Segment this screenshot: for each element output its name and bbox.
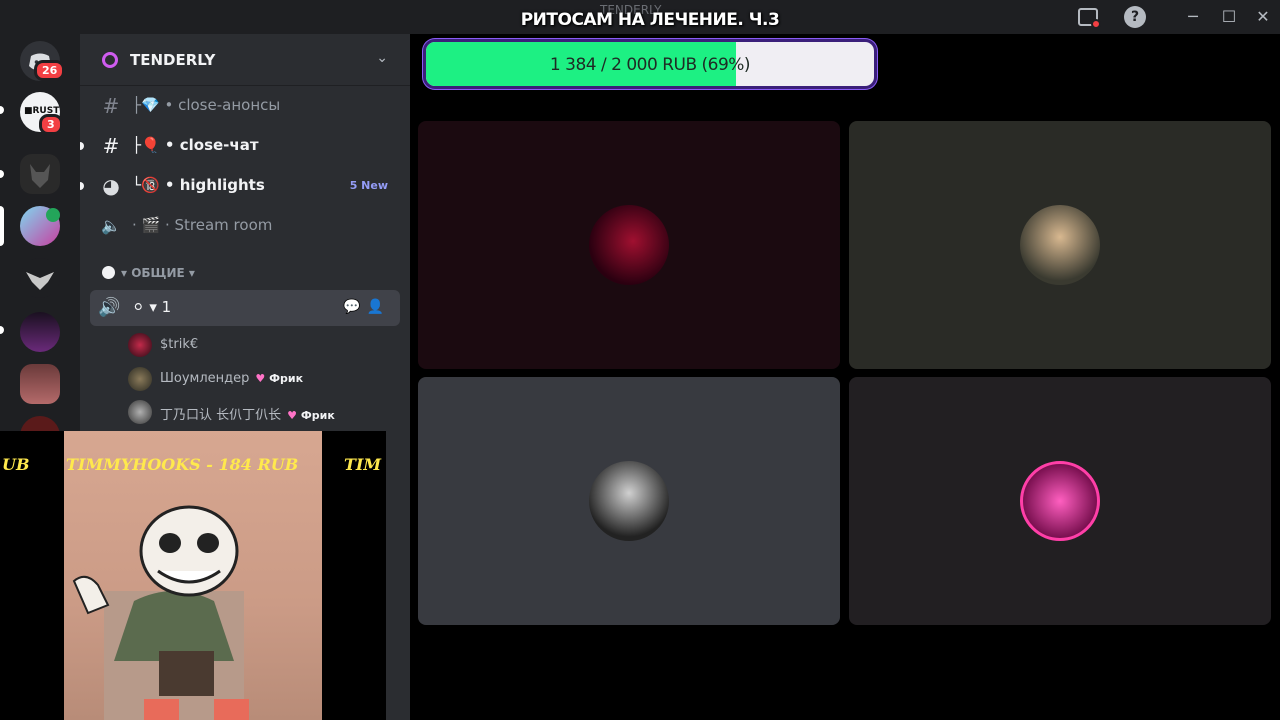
voice-member[interactable]: $trik€ <box>128 331 388 359</box>
server-emblem[interactable] <box>20 258 60 298</box>
channel-close-announcements[interactable]: # ├💎 • close-анонсы <box>98 90 398 122</box>
member-name: $trik€ <box>160 337 199 352</box>
speaker-icon: 🔈 <box>101 216 121 235</box>
ticker-text: TIMMYHOOKS - 184 RUB <box>66 455 299 474</box>
dm-unread-badge: 26 <box>34 60 66 81</box>
voice-member[interactable]: Шоумлендер ♥ Фрик <box>128 365 388 393</box>
channel-highlights[interactable]: ◕ └🔞 • highlights 5 New <box>98 170 398 202</box>
server-flower-icon <box>102 52 118 68</box>
donation-ticker: UB TIMMYHOOKS - 184 RUB TIM <box>0 455 386 481</box>
category-general[interactable]: ▾ ОБЩИЕ ▾ <box>102 266 195 280</box>
voice-connected-icon <box>46 208 60 222</box>
member-name: 丁乃口认 长仈丁仈长 <box>160 408 282 423</box>
goal-progress-text: 1 384 / 2 000 RUB (69%) <box>549 55 751 75</box>
voice-channel-label: ⚪ ▾ 1 <box>132 298 172 316</box>
stream-title-overlay: РИТОСАМ НА ЛЕЧЕНИЕ. Ч.3 <box>520 10 780 30</box>
speaker-icon: 🔊 <box>98 297 121 318</box>
member-tag: Фрик <box>300 409 335 422</box>
avatar <box>128 400 152 424</box>
donation-alert-overlay: UB TIMMYHOOKS - 184 RUB TIM <box>0 431 386 720</box>
server-wolf[interactable] <box>20 154 60 194</box>
channel-close-chat[interactable]: # ├🎈 • close-чат <box>98 130 398 162</box>
member-tag: Фрик <box>269 372 304 385</box>
rust-unread-badge: 3 <box>39 114 63 135</box>
server-header[interactable]: TENDERLY ⌄ <box>80 34 410 86</box>
server-unread-pill <box>0 326 4 334</box>
text-channel-icon: # <box>102 134 120 158</box>
chat-bubble-icon[interactable]: 💬 <box>343 299 366 315</box>
avatar <box>128 333 152 357</box>
member-name: Шоумлендер <box>160 371 250 386</box>
unread-indicator <box>80 142 84 150</box>
new-posts-badge: 5 New <box>349 179 388 192</box>
chevron-down-icon[interactable]: ⌄ <box>376 50 388 66</box>
heart-icon: ♥ <box>255 372 266 385</box>
participant-tile[interactable] <box>849 121 1271 369</box>
participant-tile[interactable] <box>849 377 1271 625</box>
server-unread-pill <box>0 170 4 178</box>
voice-member[interactable]: 丁乃口认 长仈丁仈长 ♥ Фрик <box>128 398 388 426</box>
category-label: ▾ ОБЩИЕ ▾ <box>121 266 195 280</box>
heart-icon: ♥ <box>287 409 298 422</box>
channel-stream-room[interactable]: 🔈 · 🎬 · Stream room <box>98 210 398 242</box>
avatar <box>1020 461 1100 541</box>
participant-tile[interactable] <box>418 377 840 625</box>
category-circle-icon <box>102 266 115 279</box>
channel-label: └🔞 • highlights <box>132 176 265 194</box>
avatar <box>589 205 669 285</box>
ticker-text: TIM <box>344 455 382 474</box>
channel-label: ├💎 • close-анонсы <box>132 96 281 114</box>
avatar <box>128 367 152 391</box>
avatar <box>589 461 669 541</box>
voice-channel-active[interactable]: 🔊 ⚪ ▾ 1 💬👤 <box>90 290 400 326</box>
server-photo[interactable] <box>20 364 60 404</box>
server-unread-pill <box>0 106 4 114</box>
channel-label: ├🎈 • close-чат <box>132 136 259 154</box>
unread-indicator <box>80 182 84 190</box>
server-name: TENDERLY <box>130 51 216 69</box>
participant-tile[interactable] <box>418 121 840 369</box>
eagle-emblem-icon <box>26 272 54 290</box>
avatar <box>1020 205 1100 285</box>
ticker-text: UB <box>2 455 30 474</box>
server-selected-pill <box>0 206 4 246</box>
server-purple[interactable] <box>20 312 60 352</box>
text-channel-icon: # <box>102 94 120 118</box>
donation-goal-bar: 1 384 / 2 000 RUB (69%) <box>423 39 877 89</box>
channel-label: · 🎬 · Stream room <box>132 216 273 234</box>
invite-user-icon[interactable]: 👤 <box>367 299 390 315</box>
forum-channel-icon: ◕ <box>102 174 120 198</box>
wolf-icon <box>30 164 50 188</box>
voice-stage: 1 384 / 2 000 RUB (69%) <box>410 34 1280 720</box>
